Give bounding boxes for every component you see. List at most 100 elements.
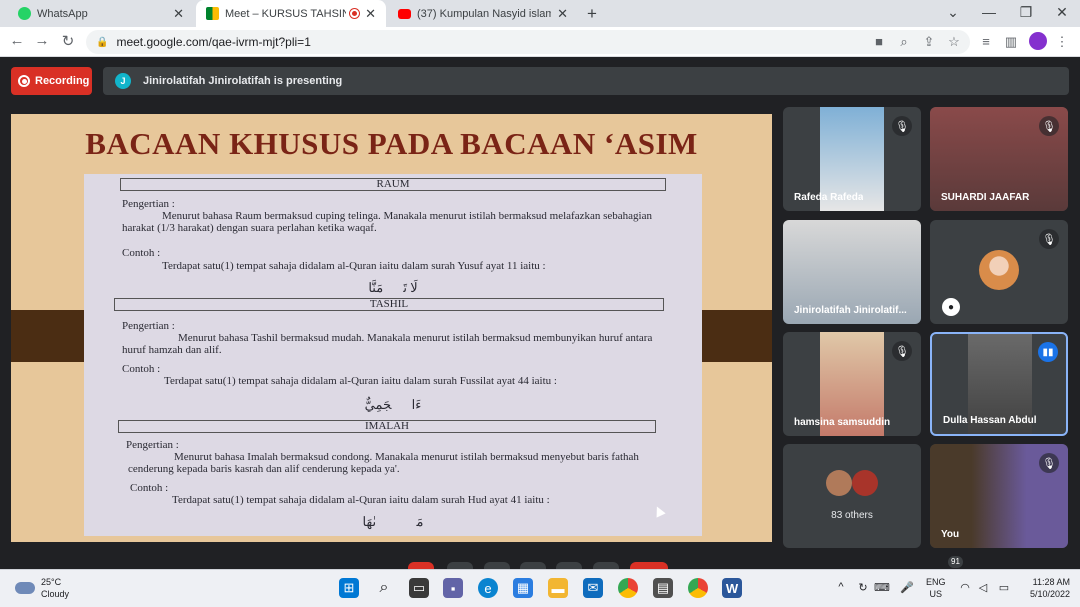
store-icon[interactable]: ▦ [513, 578, 533, 598]
clock-time: 11:28 AM [1032, 577, 1070, 587]
url-input[interactable]: 🔒 meet.google.com/qae-ivrm-mjt?pli=1 [86, 30, 970, 54]
reload-icon[interactable]: ↻ [59, 32, 77, 50]
zoom-icon[interactable]: ⌕ [895, 34, 913, 50]
example-label: Contoh : [122, 247, 161, 259]
presenter-avatar: J [115, 73, 131, 89]
windows-taskbar: 25°C Cloudy ⊞ ⌕ ▭ ▪ e ▦ ▬ ✉ ▤ W ^ ↻ ⌨ 🎤 … [0, 569, 1080, 607]
participant-tile[interactable]: Jinirolatifah Jinirolatif... [783, 220, 921, 324]
tab-title: WhatsApp [37, 7, 88, 20]
participant-avatar [979, 250, 1019, 290]
language-code: ENG [926, 577, 946, 587]
mic-muted-icon: 🎙 [892, 341, 912, 361]
recording-badge[interactable]: Recording [11, 67, 92, 95]
back-arrow-icon[interactable]: ← [8, 32, 26, 49]
hand-raise-icon: ● [942, 298, 960, 316]
chrome-profile-icon[interactable] [688, 578, 708, 598]
volume-icon[interactable]: ◁ [976, 581, 990, 594]
participant-count-badge: 91 [948, 556, 963, 568]
language-indicator[interactable]: ENG US [926, 576, 946, 600]
tab-youtube[interactable]: (37) Kumpulan Nasyid islami tern ✕ [388, 0, 578, 27]
tab-title: (37) Kumpulan Nasyid islami tern [417, 7, 552, 20]
presenting-text: Jinirolatifah Jinirolatifah is presentin… [143, 75, 343, 87]
example-text: Terdapat satu(1) tempat sahaja didalam a… [164, 375, 557, 387]
url-text: meet.google.com/qae-ivrm-mjt?pli=1 [116, 35, 311, 49]
language-region: US [929, 589, 943, 599]
mic-muted-icon: 🎙 [1039, 453, 1059, 473]
mic-muted-icon: 🎙 [1039, 229, 1059, 249]
others-tile[interactable]: 83 others [783, 444, 921, 548]
browser-tab-strip: WhatsApp ✕ Meet – KURSUS TAHSIN AL-Q ✕ (… [0, 0, 1080, 27]
presentation-slide: BACAAN KHUSUS PADA BACAAN ‘ASIM RAUM Pen… [11, 114, 772, 542]
participant-avatar [852, 470, 878, 496]
participant-name: hamsina samsuddin [794, 417, 891, 428]
search-icon[interactable]: ⌕ [374, 578, 394, 598]
speaking-indicator-icon: ▮▮ [1038, 342, 1058, 362]
clock-date: 5/10/2022 [1029, 589, 1070, 599]
arabic-example: مَجۡرٜىٰهَا [362, 514, 424, 529]
example-text: Terdapat satu(1) tempat sahaja didalam a… [162, 260, 546, 272]
share-icon[interactable]: ⇪ [920, 34, 938, 50]
participant-tile[interactable]: 🎙 ● [930, 220, 1068, 324]
youtube-icon [398, 8, 411, 19]
self-tile[interactable]: 🎙 You [930, 444, 1068, 548]
participant-name: Rafeda Rafeda [794, 192, 864, 203]
profile-avatar[interactable] [1029, 32, 1047, 50]
edge-icon[interactable]: e [478, 578, 498, 598]
section-heading-raum: RAUM [120, 178, 666, 191]
windows-start-icon[interactable]: ⊞ [339, 578, 359, 598]
definition-label: Pengertian : [122, 198, 175, 210]
clock[interactable]: 11:28 AM 5/10/2022 [1022, 576, 1070, 600]
lock-icon[interactable]: 🔒 [96, 37, 108, 48]
definition-label: Pengertian : [122, 320, 175, 332]
others-count: 83 others [831, 510, 873, 521]
weather-temp: 25°C [41, 577, 62, 587]
microphone-icon[interactable]: 🎤 [900, 581, 914, 594]
chrome-icon[interactable] [618, 578, 638, 598]
participant-tile-speaking[interactable]: ▮▮ Dulla Hassan Abdul [930, 332, 1068, 436]
side-panel-icon[interactable]: ▥ [1002, 34, 1020, 50]
restore-button[interactable]: ❐ [1016, 4, 1036, 21]
cloud-icon [15, 582, 35, 594]
close-icon[interactable]: ✕ [365, 6, 376, 22]
close-icon[interactable]: ✕ [173, 6, 184, 22]
participant-tile[interactable]: 🎙 SUHARDI JAAFAR [930, 107, 1068, 211]
arabic-example: ءَاعۡجَمِيٌّ [364, 397, 422, 412]
tab-meet[interactable]: Meet – KURSUS TAHSIN AL-Q ✕ [196, 0, 386, 27]
mic-muted-icon: 🎙 [892, 116, 912, 136]
menu-kebab-icon[interactable]: ⋮ [1053, 34, 1071, 50]
task-view-icon[interactable]: ▭ [409, 578, 429, 598]
forward-arrow-icon[interactable]: → [33, 32, 51, 49]
participant-name: You [941, 529, 960, 540]
refresh-tray-icon[interactable]: ↻ [856, 581, 870, 594]
participant-avatar [826, 470, 852, 496]
tab-search-button[interactable]: ⌄ [943, 4, 963, 21]
reading-list-icon[interactable]: ≡ [977, 34, 995, 49]
wifi-icon[interactable]: ◠ [958, 581, 972, 594]
participant-tile[interactable]: 🎙 Rafeda Rafeda [783, 107, 921, 211]
address-bar-row: ← → ↻ 🔒 meet.google.com/qae-ivrm-mjt?pli… [0, 27, 1080, 57]
chevron-up-icon[interactable]: ^ [834, 581, 848, 593]
keyboard-icon[interactable]: ⌨ [874, 581, 890, 594]
new-tab-button[interactable]: + [583, 4, 601, 24]
close-icon[interactable]: ✕ [557, 6, 568, 22]
mail-icon[interactable]: ✉ [583, 578, 603, 598]
file-explorer-icon[interactable]: ▬ [548, 578, 568, 598]
section-heading-imalah: IMALAH [118, 420, 656, 433]
slide-title: BACAAN KHUSUS PADA BACAAN ‘ASIM [85, 126, 698, 161]
camera-icon[interactable]: ■ [870, 34, 888, 49]
definition-text: Menurut bahasa Tashil bermaksud mudah. M… [122, 332, 653, 356]
window-close-button[interactable]: ✕ [1052, 4, 1072, 21]
participant-name: SUHARDI JAAFAR [941, 192, 1030, 203]
tab-whatsapp[interactable]: WhatsApp ✕ [8, 0, 194, 27]
participant-tile[interactable]: 🎙 hamsina samsuddin [783, 332, 921, 436]
minimize-button[interactable]: — [979, 4, 999, 20]
teams-chat-icon[interactable]: ▪ [443, 578, 463, 598]
weather-widget[interactable]: 25°C Cloudy [15, 576, 69, 600]
example-label: Contoh : [130, 482, 169, 494]
scanned-document: RAUM Pengertian : Menurut bahasa Raum be… [84, 174, 702, 536]
recording-indicator-icon [350, 9, 360, 18]
word-icon[interactable]: W [722, 578, 742, 598]
battery-icon[interactable]: ▭ [997, 581, 1011, 594]
calculator-icon[interactable]: ▤ [653, 578, 673, 598]
bookmark-star-icon[interactable]: ☆ [945, 34, 963, 50]
